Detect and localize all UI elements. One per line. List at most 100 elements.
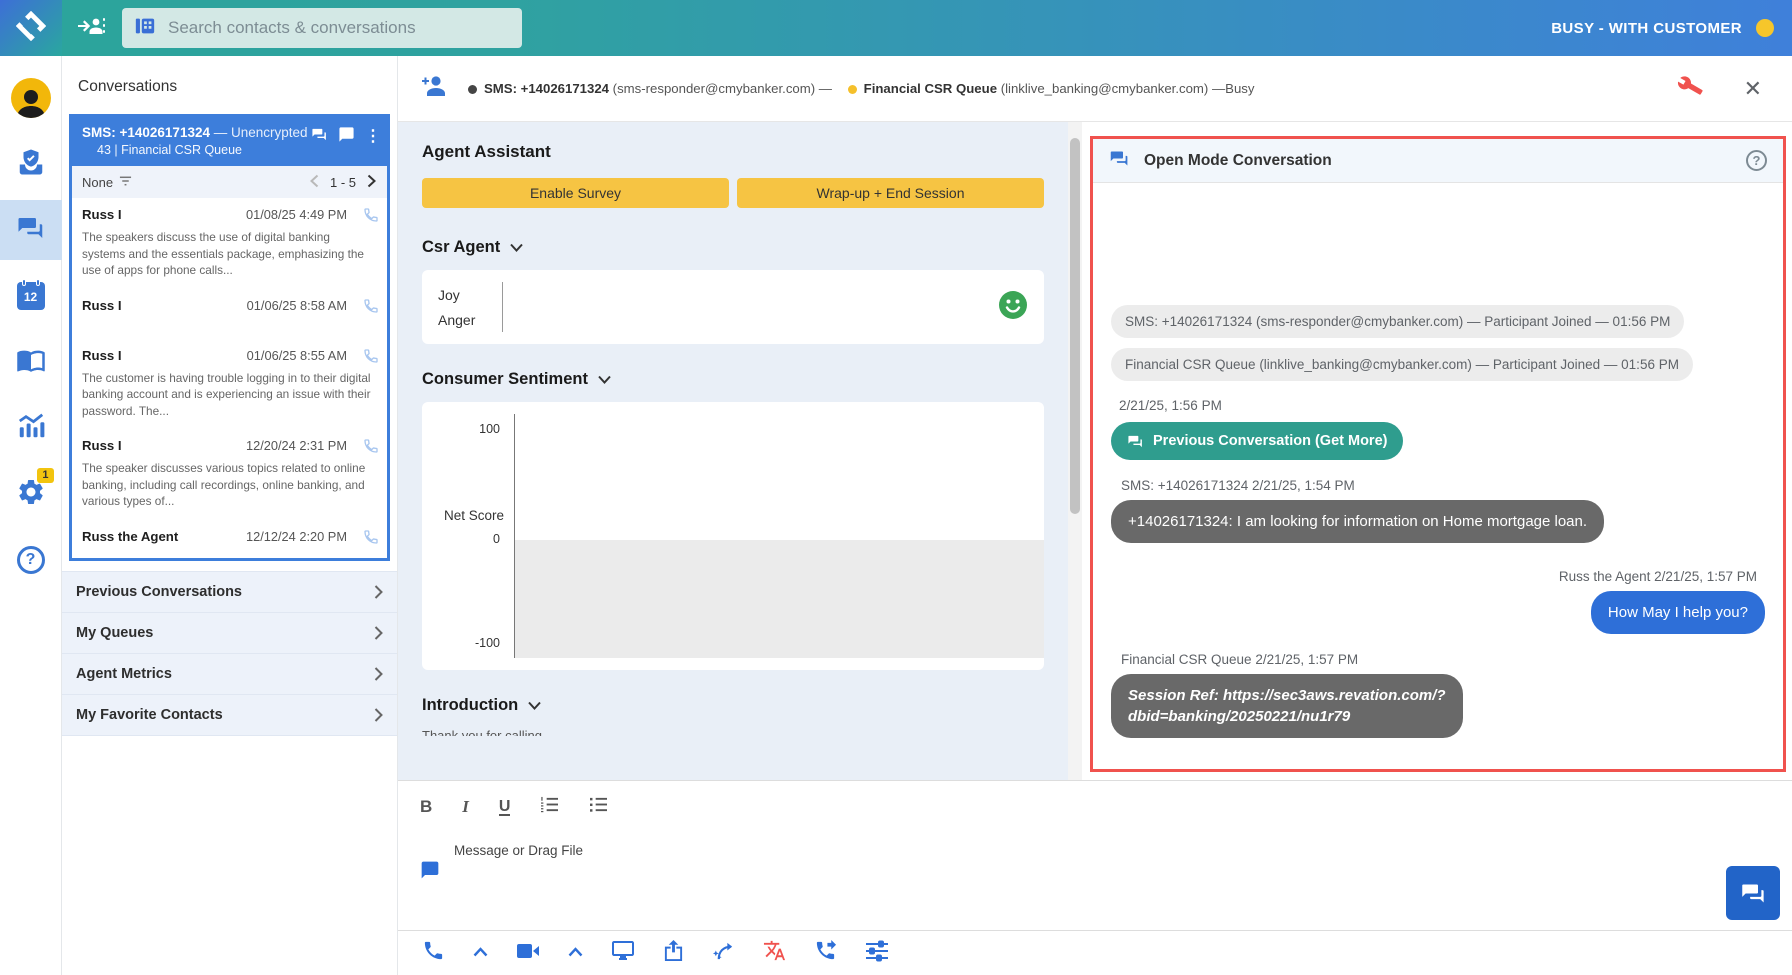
close-icon[interactable]: ✕: [1744, 78, 1762, 100]
section-label: My Favorite Contacts: [76, 707, 223, 723]
settings-sliders-button[interactable]: [865, 940, 889, 967]
page-prev-icon[interactable]: [309, 174, 320, 191]
enable-survey-button[interactable]: Enable Survey: [422, 178, 729, 208]
conversation-snippet: The customer is having trouble logging i…: [82, 370, 377, 420]
video-options-chevron[interactable]: [568, 944, 583, 962]
chat-history-icon[interactable]: [311, 126, 328, 148]
conversation-date: 12/12/24 2:20 PM: [246, 529, 347, 544]
bold-button[interactable]: B: [420, 797, 432, 817]
date-separator: 2/21/25, 1:56 PM: [1119, 398, 1222, 413]
sidebar-item-calendar[interactable]: 12: [0, 266, 62, 326]
sidebar-item-conversations[interactable]: [0, 200, 62, 260]
page-range-label: 1 - 5: [330, 175, 356, 190]
phone-call-icon[interactable]: [363, 298, 379, 319]
agent-assistant-panel: Agent Assistant Enable Survey Wrap-up + …: [398, 122, 1068, 780]
message-bubble-outbound: How May I help you?: [1591, 591, 1765, 634]
section-my-queues[interactable]: My Queues: [62, 613, 397, 654]
agent-status[interactable]: BUSY - WITH CUSTOMER: [1551, 19, 1774, 37]
conversation-list-item[interactable]: Russ the Agent12/12/24 2:20 PM: [72, 520, 387, 558]
csr-agent-title: Csr Agent: [422, 238, 500, 257]
calendar-icon: 12: [17, 282, 45, 310]
message-composer: B I U Message or Drag File: [398, 780, 1792, 930]
previous-conversation-button[interactable]: Previous Conversation (Get More): [1111, 422, 1403, 460]
person-add-icon[interactable]: [420, 73, 448, 104]
app-logo: [0, 0, 62, 56]
section-label: Previous Conversations: [76, 584, 242, 600]
nav-rail: 12 1 ?: [0, 56, 62, 975]
underline-button[interactable]: U: [499, 799, 511, 816]
ordered-list-button[interactable]: [540, 796, 559, 818]
sidebar-item-profile[interactable]: [0, 68, 62, 128]
global-search[interactable]: [122, 8, 522, 48]
csr-agent-section[interactable]: Csr Agent: [422, 238, 1044, 257]
agent-assistant-title: Agent Assistant: [422, 142, 1044, 162]
message-bubble-session-ref: Session Ref: https://sec3aws.revation.co…: [1111, 674, 1463, 738]
send-message-button[interactable]: [1726, 866, 1780, 920]
phone-call-icon[interactable]: [363, 438, 379, 459]
sidebar-item-settings[interactable]: 1: [0, 464, 62, 524]
phone-call-button[interactable]: [422, 939, 445, 967]
conversation-date: 12/20/24 2:31 PM: [246, 438, 347, 453]
address-book-icon: [16, 345, 46, 380]
tools-wrench-icon[interactable]: [1678, 74, 1702, 103]
sidebar-item-metrics[interactable]: [0, 398, 62, 458]
message-bubble-icon: [420, 860, 440, 883]
bullet-list-button[interactable]: [589, 796, 608, 818]
more-options-icon[interactable]: ⋮: [365, 129, 381, 145]
wrapup-end-session-button[interactable]: Wrap-up + End Session: [737, 178, 1044, 208]
chevron-down-icon: [510, 243, 523, 252]
encryption-label: — Unencrypted: [210, 125, 308, 140]
scrollbar-thumb[interactable]: [1070, 138, 1080, 514]
top-bar: BUSY - WITH CUSTOMER: [0, 0, 1792, 56]
italic-button[interactable]: I: [462, 797, 469, 817]
filter-icon[interactable]: [119, 175, 132, 190]
phone-call-icon[interactable]: [363, 529, 379, 550]
search-input[interactable]: [168, 18, 510, 38]
chat-icon[interactable]: [338, 126, 355, 148]
agent-emotion-card: Joy Anger: [422, 270, 1044, 344]
status-label: BUSY - WITH CUSTOMER: [1551, 20, 1742, 37]
consumer-sentiment-section[interactable]: Consumer Sentiment: [422, 370, 1044, 389]
contact-name: Russ I: [82, 298, 122, 313]
phone-call-icon[interactable]: [363, 348, 379, 369]
negative-region: [515, 540, 1044, 658]
screen-share-button[interactable]: [611, 940, 635, 967]
conversation-list-item[interactable]: Russ I12/20/24 2:31 PM The speaker discu…: [72, 429, 387, 520]
section-my-favorite-contacts[interactable]: My Favorite Contacts: [62, 695, 397, 736]
phone-call-icon[interactable]: [363, 207, 379, 228]
help-question-icon[interactable]: ?: [1746, 150, 1767, 171]
introduction-section[interactable]: Introduction: [422, 696, 1044, 715]
sidebar-item-directory[interactable]: [0, 332, 62, 392]
sidebar-item-inbox[interactable]: [0, 134, 62, 194]
call-transfer-button[interactable]: [814, 939, 837, 967]
divider: [502, 282, 503, 332]
conversation-list-item[interactable]: Russ I01/06/25 8:58 AM: [72, 289, 387, 339]
introduction-preview: Thank you for calling...: [422, 727, 1044, 736]
settings-badge: 1: [37, 468, 53, 483]
page-next-icon[interactable]: [366, 174, 377, 191]
active-conversation-header[interactable]: SMS: +14026171324 — Unencrypted 43 | Fin…: [72, 117, 387, 166]
contact-name: Russ I: [82, 438, 122, 453]
message-input[interactable]: Message or Drag File: [420, 841, 1320, 901]
phone-options-chevron[interactable]: [473, 944, 488, 962]
share-file-button[interactable]: [663, 939, 684, 967]
session-ref-line1: Session Ref: https://sec3aws.revation.co…: [1128, 685, 1446, 706]
smart-transfer-icon[interactable]: [712, 939, 735, 967]
translate-button[interactable]: [763, 939, 786, 967]
active-conversation-card[interactable]: SMS: +14026171324 — Unencrypted 43 | Fin…: [69, 114, 390, 561]
add-contact-icon[interactable]: [76, 14, 106, 43]
call-toolbar: [398, 930, 1792, 975]
conversation-filter-row: None 1 - 5: [72, 166, 387, 198]
section-previous-conversations[interactable]: Previous Conversations: [62, 572, 397, 613]
chevron-down-icon: [528, 701, 541, 710]
header-sms-address: (sms-responder@cmybanker.com) —: [609, 81, 836, 96]
video-call-button[interactable]: [516, 941, 540, 966]
scrollbar-track[interactable]: [1068, 122, 1082, 780]
sidebar-item-help[interactable]: ?: [0, 530, 62, 590]
conversation-list-item[interactable]: Russ I01/08/25 4:49 PM The speakers disc…: [72, 198, 387, 289]
chats-icon: [16, 213, 46, 248]
filter-label[interactable]: None: [82, 175, 113, 190]
section-agent-metrics[interactable]: Agent Metrics: [62, 654, 397, 695]
conversation-list-item[interactable]: Russ I01/06/25 8:55 AM The customer is h…: [72, 339, 387, 430]
contact-name: Russ I: [82, 348, 122, 363]
